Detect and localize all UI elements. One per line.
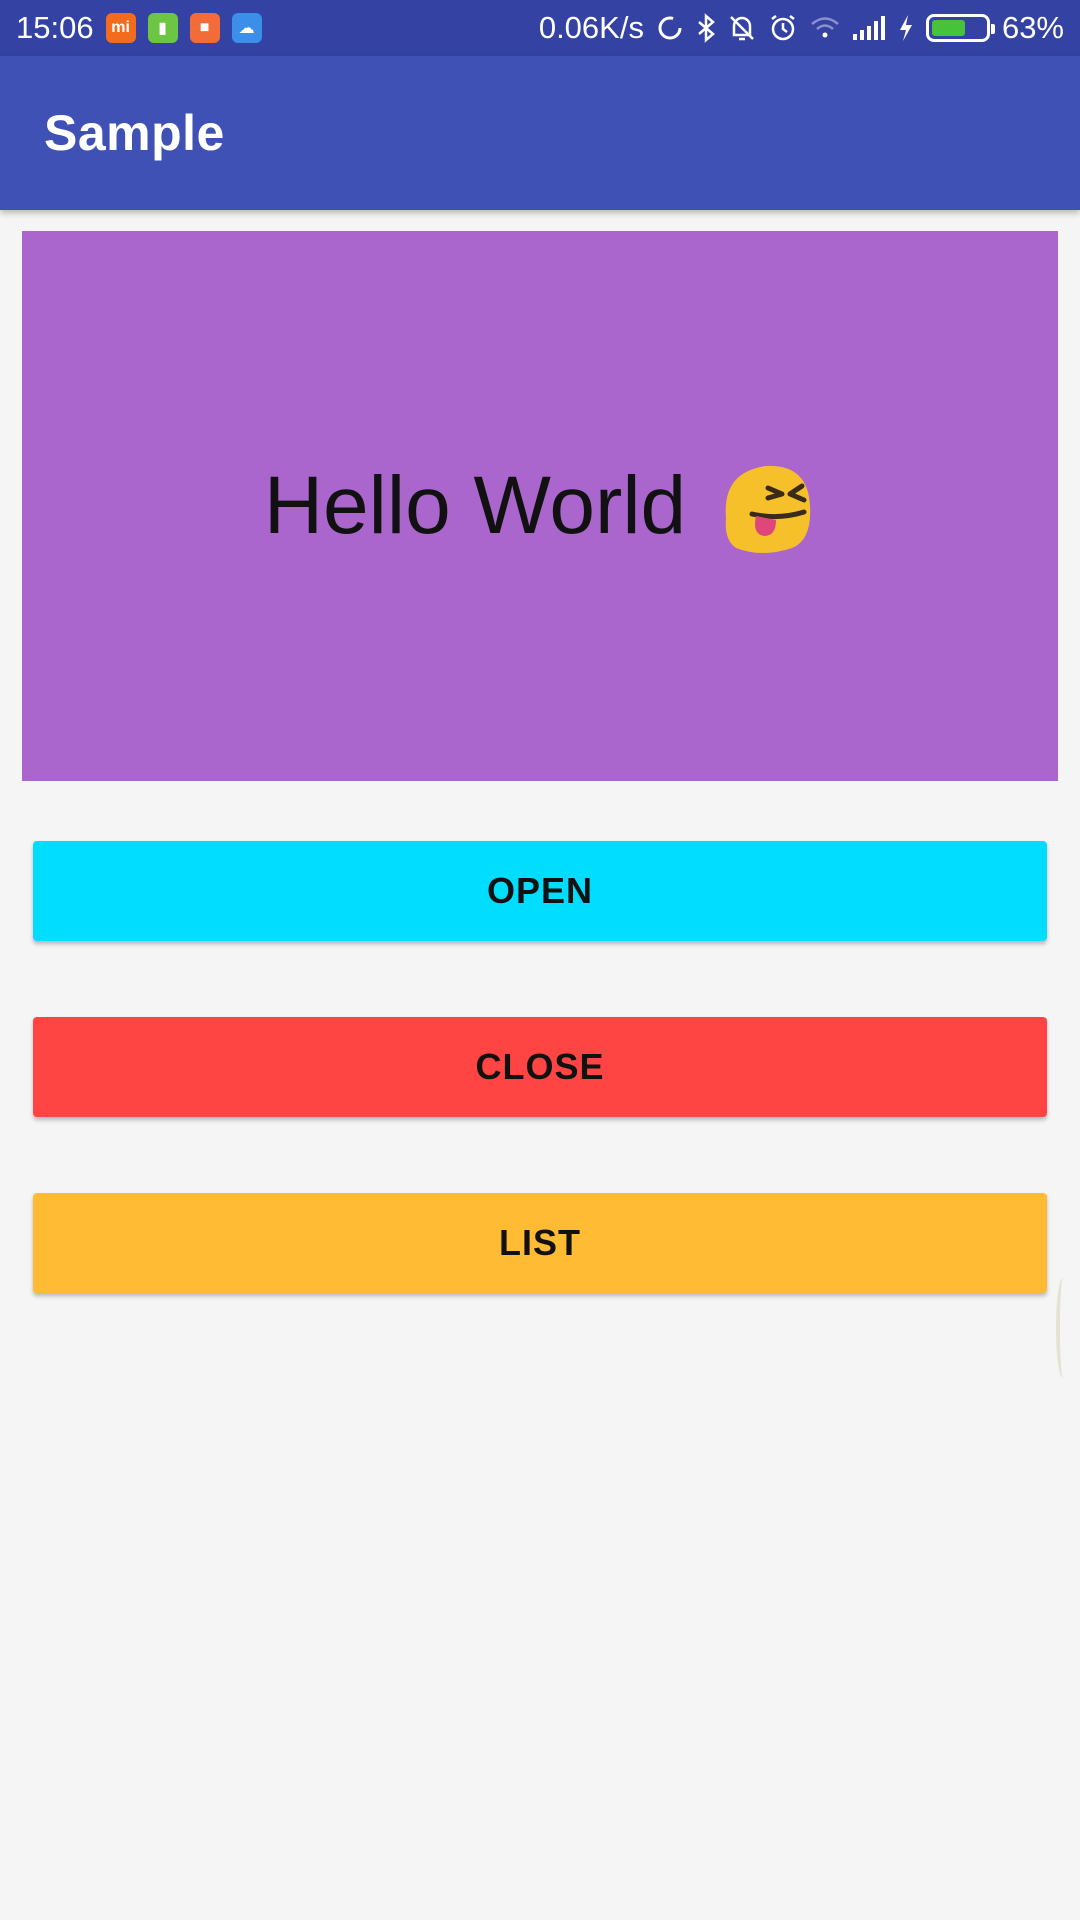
video-icon: ■ bbox=[189, 13, 220, 43]
status-bar-left: 15:06 mi ▮ ■ ☁ bbox=[16, 10, 262, 46]
alarm-icon bbox=[768, 13, 798, 43]
battery-level bbox=[931, 20, 965, 36]
status-bar: 15:06 mi ▮ ■ ☁ 0.06K/s 63% bbox=[0, 0, 1080, 56]
open-button[interactable]: OPEN bbox=[33, 841, 1047, 941]
app-title: Sample bbox=[44, 105, 225, 161]
signal-icon bbox=[852, 15, 886, 41]
overscroll-edge bbox=[1056, 1278, 1070, 1378]
bell-off-icon bbox=[728, 13, 756, 43]
hello-world-text: Hello World bbox=[263, 460, 687, 551]
hello-world-banner: Hello World bbox=[22, 231, 1058, 781]
cloud-icon: ☁ bbox=[231, 13, 262, 43]
battery-percent: 63% bbox=[1001, 10, 1064, 45]
clock: 15:06 bbox=[16, 10, 94, 45]
mi-app-icon: mi bbox=[105, 13, 136, 43]
battery-icon bbox=[925, 14, 995, 42]
list-button[interactable]: LIST bbox=[33, 1193, 1047, 1293]
close-button[interactable]: CLOSE bbox=[33, 1017, 1047, 1117]
sync-icon bbox=[656, 14, 684, 42]
status-bar-right: 0.06K/s 63% bbox=[539, 10, 1064, 46]
sim-manager-icon: ▮ bbox=[147, 13, 178, 43]
bluetooth-icon bbox=[696, 13, 716, 43]
charging-icon bbox=[898, 14, 914, 42]
squinting-tongue-face-icon bbox=[712, 454, 816, 558]
network-speed: 0.06K/s bbox=[538, 10, 644, 45]
hero-content: Hello World bbox=[264, 454, 816, 558]
app-bar: Sample bbox=[0, 56, 1080, 210]
wifi-icon bbox=[810, 15, 840, 41]
